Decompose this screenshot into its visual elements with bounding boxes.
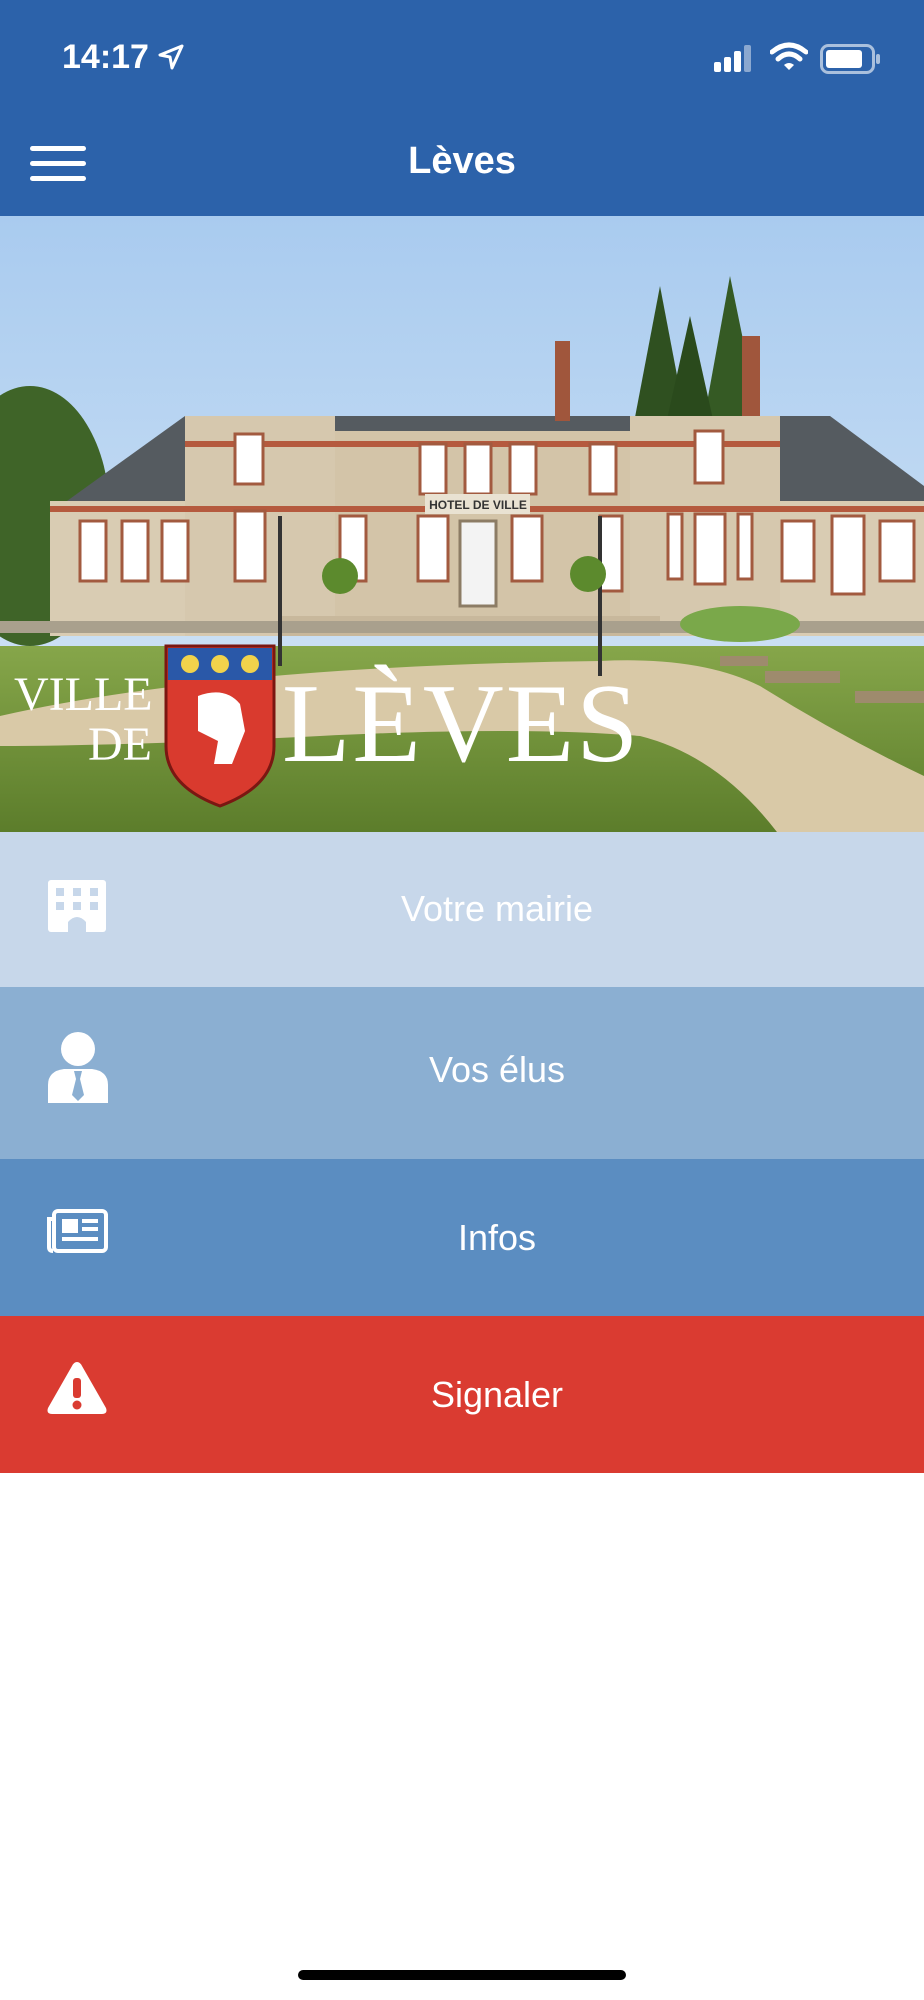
infos-label: Infos <box>457 1217 537 1258</box>
vos-elus-label: Vos élus <box>428 1049 566 1090</box>
cellular-signal-icon <box>714 45 751 72</box>
home-indicator <box>298 1970 626 1980</box>
infos-button[interactable]: Infos <box>0 1159 924 1316</box>
page-title: Lèves <box>408 140 516 182</box>
votre-mairie-label: Votre mairie <box>400 888 594 929</box>
battery-icon <box>820 44 880 74</box>
brand-line1: VILLE <box>14 668 153 721</box>
status-time: 14:17 <box>62 38 149 76</box>
app-header: 14:17 Lèves <box>0 0 924 216</box>
votre-mairie-button[interactable]: Votre mairie <box>0 832 924 987</box>
building-sign: HOTEL DE VILLE <box>429 498 527 512</box>
location-arrow-icon <box>158 44 184 70</box>
signaler-button[interactable]: Signaler <box>0 1316 924 1473</box>
brand-name: LÈVES <box>282 662 640 786</box>
coat-of-arms-icon <box>164 644 276 808</box>
hero-image: HOTEL DE VILLE VILLE DE LÈVES <box>0 216 924 832</box>
vos-elus-button[interactable]: Vos élus <box>0 987 924 1159</box>
wifi-icon <box>770 42 808 70</box>
town-hall-photo: HOTEL DE VILLE VILLE DE LÈVES <box>0 216 924 832</box>
signaler-label: Signaler <box>430 1374 564 1415</box>
brand-line2: DE <box>88 718 152 771</box>
